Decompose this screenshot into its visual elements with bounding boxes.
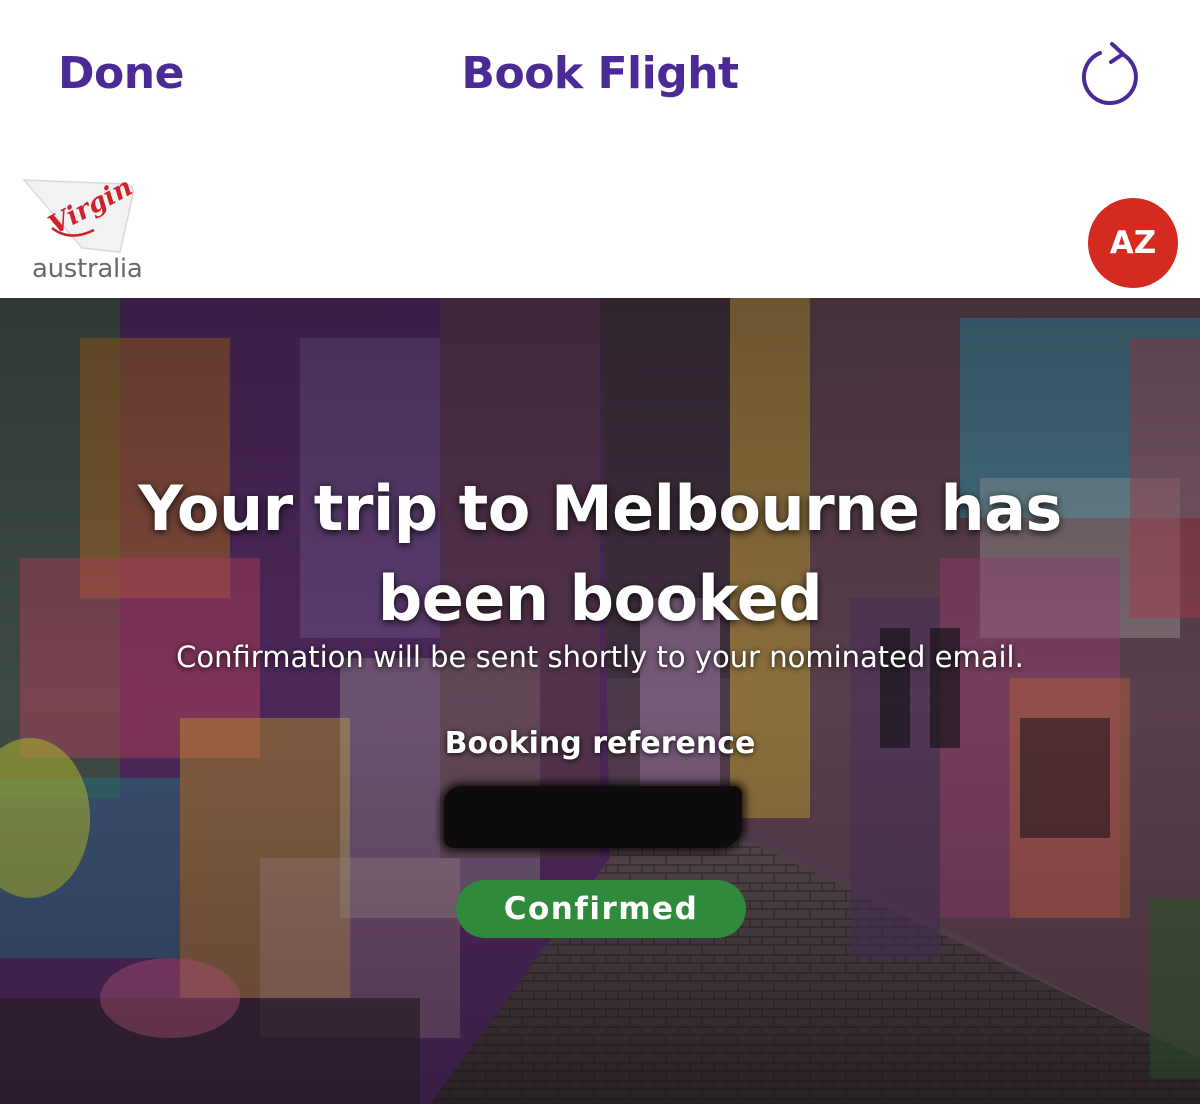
navigation-bar: Done Book Flight [0,0,1200,150]
reload-icon [1081,42,1138,106]
status-badge: Confirmed [456,880,746,938]
booking-reference-label: Booking reference [444,726,756,761]
brand-header: Virgin australia AZ [0,150,1200,298]
confirmation-heading: Your trip to Melbourne has been booked [138,472,1062,635]
page-title: Book Flight [461,48,739,99]
hero-banner: Your trip to Melbourne has been booked C… [0,298,1200,1104]
logo-tail-icon: Virgin [22,172,138,253]
avatar[interactable]: AZ [1088,198,1178,288]
logo-wordmark: australia [32,254,143,284]
hero-background-image [0,298,1200,1104]
booking-reference-redacted [444,786,742,848]
reload-button[interactable] [1078,40,1142,108]
confirmation-message: Confirmation will be sent shortly to you… [176,640,1024,674]
virgin-australia-logo[interactable]: Virgin australia [22,172,162,284]
